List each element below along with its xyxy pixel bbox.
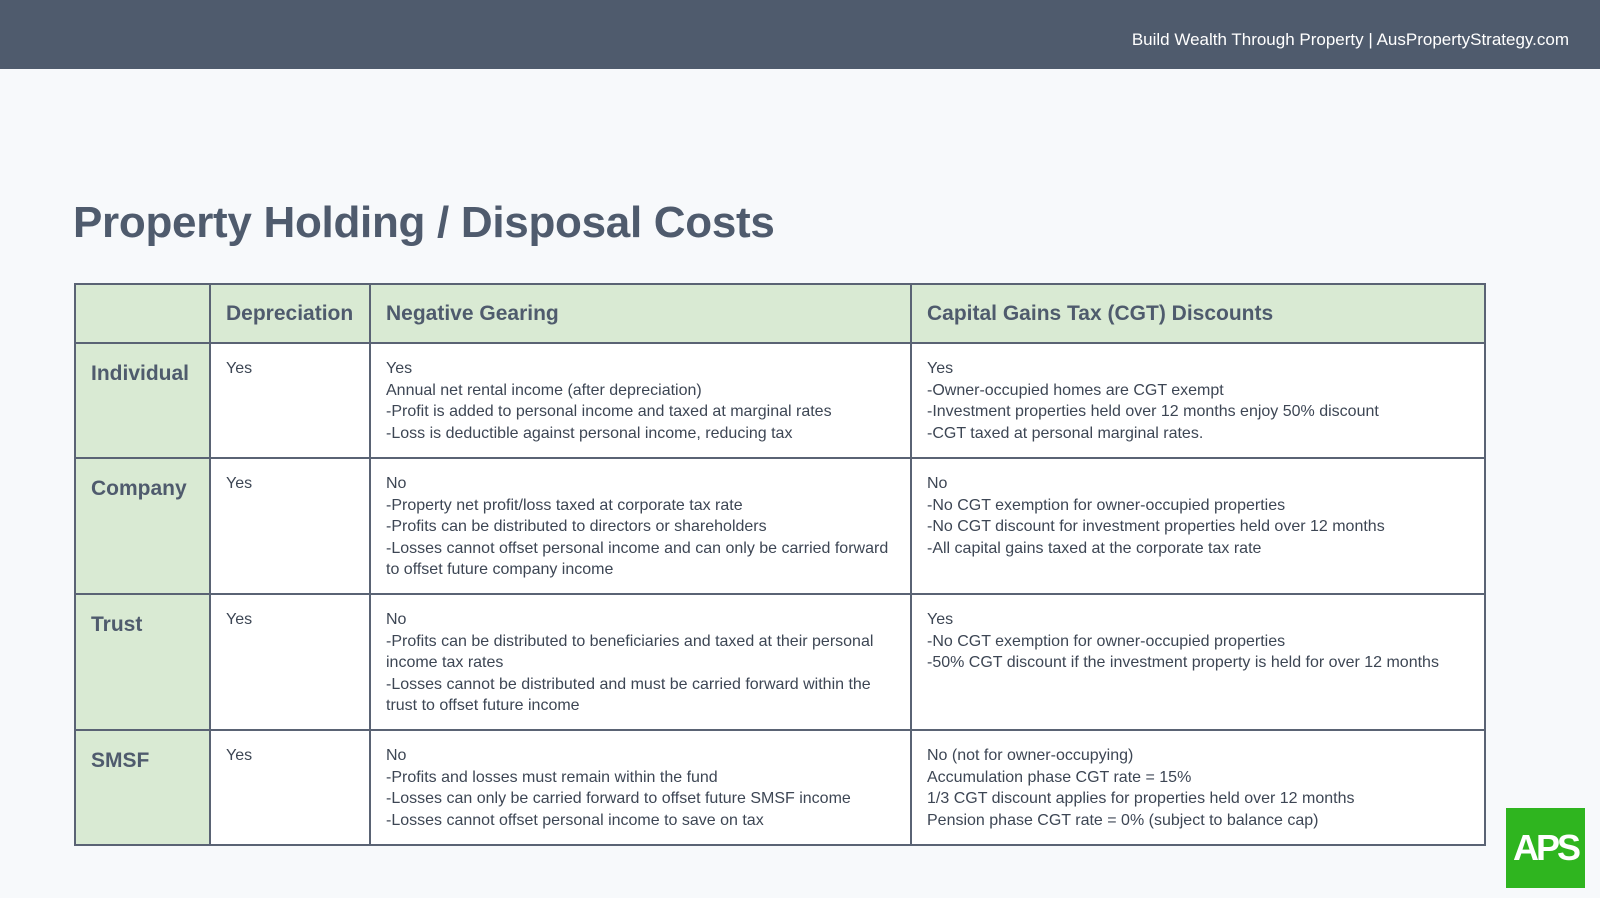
cell-line: -Profits can be distributed to beneficia… [386,632,874,672]
cell-line: -Losses cannot offset personal income an… [386,539,889,579]
cell-line: -No CGT exemption for owner-occupied pro… [927,496,1286,514]
cell-line: -No CGT exemption for owner-occupied pro… [927,632,1286,650]
cell-line: -No CGT discount for investment properti… [927,518,1385,535]
depreciation-cell: Yes [209,729,371,846]
comparison-table: Depreciation Negative Gearing Capital Ga… [74,283,1486,846]
cell-line: -Losses cannot be distributed and must b… [386,675,871,715]
cell-line: -Investment properties held over 12 mont… [927,403,1379,420]
row-entity-individual: Individual [74,342,211,459]
header-cgt-discounts: Capital Gains Tax (CGT) Discounts [910,283,1486,344]
cgt-cell: No (not for owner-occupying) Accumulatio… [910,729,1486,846]
cell-line: Pension phase CGT rate = 0% (subject to … [927,811,1319,829]
table-header-row: Depreciation Negative Gearing Capital Ga… [74,283,1486,344]
depreciation-cell: Yes [209,342,371,459]
row-entity-smsf: SMSF [74,729,211,846]
cell-line: Yes [386,360,413,377]
cell-line: No [386,747,407,764]
cell-line: Accumulation phase CGT rate = 15% [927,768,1192,786]
header-depreciation: Depreciation [209,283,371,344]
cell-line: Yes [927,611,954,628]
depreciation-cell: Yes [209,593,371,731]
cell-line: -Profits can be distributed to directors… [386,518,767,535]
header-negative-gearing: Negative Gearing [369,283,912,344]
table-row: SMSF Yes No -Profits and losses must rem… [74,729,1486,846]
top-bar: Build Wealth Through Property | AusPrope… [0,0,1600,69]
row-entity-company: Company [74,457,211,595]
cell-line: -50% CGT discount if the investment prop… [927,654,1439,671]
cell-line: -Profits and losses must remain within t… [386,768,718,786]
cell-line: -Loss is deductible against personal inc… [386,424,793,442]
cell-line: -All capital gains taxed at the corporat… [927,539,1262,557]
table-row: Individual Yes Yes Annual net rental inc… [74,342,1486,459]
table-row: Trust Yes No -Profits can be distributed… [74,593,1486,731]
page-title: Property Holding / Disposal Costs [73,198,775,247]
cell-line: No [927,475,948,492]
negative-gearing-cell: No -Profits and losses must remain withi… [369,729,912,846]
site-tagline: Build Wealth Through Property | AusPrope… [1131,30,1569,49]
cell-line: -Owner-occupied homes are CGT exempt [927,381,1224,399]
aps-logo: APS [1506,808,1585,888]
table-row: Company Yes No -Property net profit/loss… [74,457,1486,595]
header-corner [74,283,211,344]
cell-line: Yes [927,360,954,377]
cell-line: -Property net profit/loss taxed at corpo… [386,496,743,514]
row-entity-trust: Trust [74,593,211,731]
cgt-cell: Yes -Owner-occupied homes are CGT exempt… [910,342,1486,459]
negative-gearing-cell: No -Profits can be distributed to benefi… [369,593,912,731]
cell-line: -Losses cannot offset personal income to… [386,811,764,829]
negative-gearing-cell: No -Property net profit/loss taxed at co… [369,457,912,595]
depreciation-cell: Yes [209,457,371,595]
cgt-cell: Yes -No CGT exemption for owner-occupied… [910,593,1486,731]
cell-line: -Profit is added to personal income and … [386,403,832,420]
negative-gearing-cell: Yes Annual net rental income (after depr… [369,342,912,459]
cell-line: No [386,475,407,492]
cell-line: Annual net rental income (after deprecia… [386,381,702,399]
cell-line: -Losses can only be carried forward to o… [386,790,851,807]
cell-line: 1/3 CGT discount applies for properties … [927,790,1355,807]
cell-line: No (not for owner-occupying) [927,747,1134,764]
cell-line: -CGT taxed at personal marginal rates. [927,424,1204,442]
cell-line: No [386,611,407,628]
cgt-cell: No -No CGT exemption for owner-occupied … [910,457,1486,595]
